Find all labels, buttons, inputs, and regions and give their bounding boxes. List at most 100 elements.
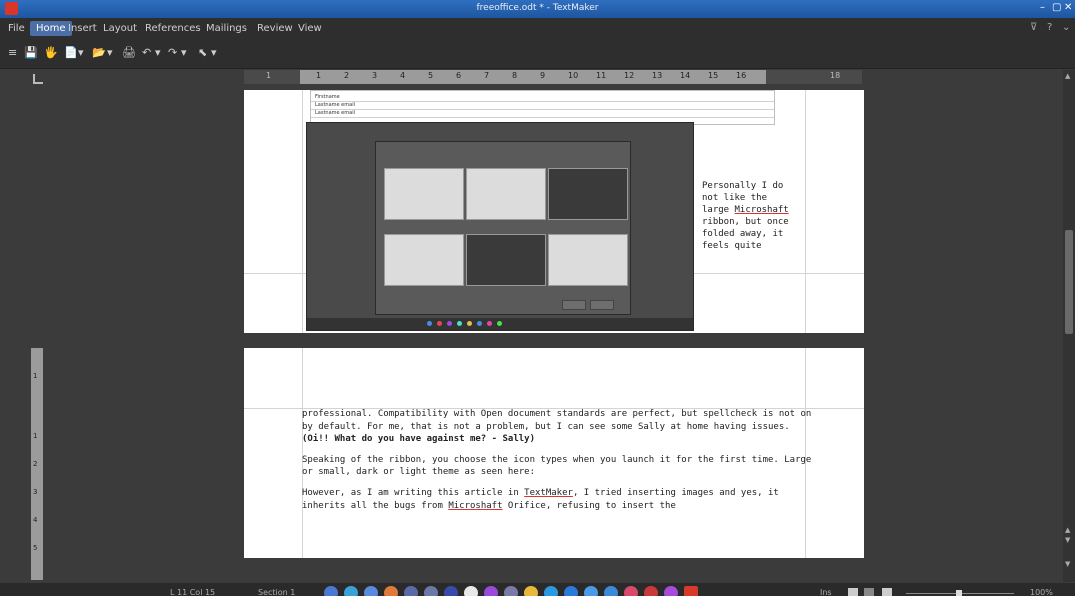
- taskbar-dot: [467, 321, 472, 326]
- text-run: Orifice, refusing to insert the: [502, 500, 676, 511]
- minimize-button[interactable]: –: [1040, 2, 1045, 13]
- menu-home[interactable]: Home: [30, 21, 72, 36]
- theme-thumbnail: [548, 234, 628, 286]
- sheet-row: Lastname email: [311, 110, 774, 118]
- text-line: Personally I do: [702, 181, 784, 191]
- text-run: large: [702, 205, 735, 215]
- previous-page-icon[interactable]: ▲: [1065, 526, 1070, 534]
- scroll-down-icon[interactable]: ▼: [1065, 560, 1070, 568]
- hamburger-menu-icon[interactable]: ≡: [8, 46, 17, 59]
- pointer-dropdown-icon[interactable]: ▾: [211, 46, 217, 59]
- sheet-cell: Firstname: [315, 94, 340, 100]
- floating-text-frame[interactable]: Personally I do not like the large Micro…: [702, 180, 806, 252]
- menu-file[interactable]: File: [8, 23, 25, 34]
- embedded-spreadsheet-image[interactable]: Firstname Lastname email Lastname email: [310, 90, 775, 125]
- ruler-mark: 5: [428, 71, 434, 80]
- dialog-button: [562, 300, 586, 310]
- options-chevron-icon[interactable]: ⌄: [1062, 22, 1070, 33]
- ruler-mark: 7: [484, 71, 490, 80]
- misspelled-word[interactable]: TextMaker: [524, 488, 573, 498]
- ruler-mark: 4: [33, 516, 38, 524]
- undo-icon[interactable]: ↶: [142, 46, 151, 59]
- ruler-mark: 10: [568, 71, 579, 80]
- scrollbar-thumb[interactable]: [1065, 230, 1073, 334]
- sheet-row: Lastname email: [311, 102, 774, 110]
- ruler-mark: 11: [596, 71, 607, 80]
- vertical-scrollbar[interactable]: ▲ ▲ ▼ ▼: [1063, 70, 1075, 582]
- document-page[interactable]: Firstname Lastname email Lastname email: [244, 90, 864, 333]
- ruler-mark: 15: [708, 71, 719, 80]
- help-icon[interactable]: ?: [1047, 22, 1052, 33]
- next-page-icon[interactable]: ▼: [1065, 536, 1070, 544]
- embedded-screenshot-image[interactable]: [306, 122, 694, 331]
- menu-bar: File Home Insert Layout References Maili…: [0, 18, 1075, 40]
- menu-references[interactable]: References: [145, 23, 201, 34]
- ruler-mark: 2: [344, 71, 350, 80]
- paragraph: Speaking of the ribbon, you choose the i…: [302, 454, 812, 478]
- save-icon[interactable]: 💾: [24, 46, 38, 59]
- maximize-button[interactable]: ▢: [1052, 2, 1061, 13]
- margin-guide: [302, 90, 303, 333]
- taskbar-dot: [457, 321, 462, 326]
- ruler-mark: 18: [830, 71, 841, 80]
- ruler-mark: 2: [33, 460, 38, 468]
- ruler-mark: 16: [736, 71, 747, 80]
- ruler-mark: 1: [266, 71, 272, 80]
- new-dropdown-icon[interactable]: ▾: [78, 46, 84, 59]
- ruler-mark: 13: [652, 71, 663, 80]
- ruler-mark: 1: [33, 372, 38, 380]
- tab-stop-selector[interactable]: [33, 74, 43, 84]
- menu-view[interactable]: View: [298, 23, 322, 34]
- sheet-cell: Lastname email: [315, 110, 355, 116]
- text-line: folded away, it: [702, 229, 784, 239]
- ruler-mark: 3: [372, 71, 378, 80]
- hand-icon[interactable]: 🖐: [44, 46, 58, 59]
- menu-mailings[interactable]: Mailings: [206, 23, 247, 34]
- close-button[interactable]: ✕: [1064, 2, 1072, 13]
- quick-access-toolbar: ≡ 💾 🖐 📄 ▾ 📂 ▾ 🖨 ↶ ▾ ↷ ▾ ⬉ ▾: [0, 40, 1075, 69]
- body-text[interactable]: professional. Compatibility with Open do…: [302, 408, 822, 520]
- misspelled-word[interactable]: Microshaft: [448, 501, 502, 511]
- new-document-icon[interactable]: 📄: [64, 46, 78, 59]
- theme-thumbnail: [466, 168, 546, 220]
- taskbar-dot: [497, 321, 502, 326]
- redo-dropdown-icon[interactable]: ▾: [181, 46, 187, 59]
- ruler-mark: 1: [33, 432, 38, 440]
- theme-thumbnail: [548, 168, 628, 220]
- redo-icon[interactable]: ↷: [168, 46, 177, 59]
- theme-thumbnail: [466, 234, 546, 286]
- title-bar: freeoffice.odt * - TextMaker – ▢ ✕: [0, 0, 1075, 18]
- ruler-mark: 14: [680, 71, 691, 80]
- theme-chooser-dialog: [375, 141, 631, 315]
- textmaker-window: freeoffice.odt * - TextMaker – ▢ ✕ File …: [0, 0, 1075, 603]
- print-icon[interactable]: 🖨: [122, 46, 136, 59]
- undo-dropdown-icon[interactable]: ▾: [155, 46, 161, 59]
- ribbon-toggle-icon[interactable]: ⊽: [1030, 22, 1037, 33]
- vertical-ruler[interactable]: 1 1 2 3 4 5: [31, 348, 43, 580]
- open-folder-icon[interactable]: 📂: [92, 46, 106, 59]
- misspelled-word[interactable]: Microshaft: [735, 205, 789, 215]
- ruler-mark: 8: [512, 71, 518, 80]
- taskbar-dot: [437, 321, 442, 326]
- ruler-mark: 3: [33, 488, 38, 496]
- paragraph: professional. Compatibility with Open do…: [302, 408, 822, 446]
- taskbar-dot: [487, 321, 492, 326]
- taskbar-dot: [427, 321, 432, 326]
- text-line: not like the: [702, 193, 768, 203]
- taskbar-dot: [447, 321, 452, 326]
- menu-layout[interactable]: Layout: [103, 23, 137, 34]
- window-title: freeoffice.odt * - TextMaker: [476, 3, 599, 13]
- horizontal-ruler[interactable]: 1 1 2 3 4 5 6 7 8 9 10 11 12 13 14 15 16…: [244, 70, 862, 84]
- ruler-mark: 5: [33, 544, 38, 552]
- open-dropdown-icon[interactable]: ▾: [107, 46, 113, 59]
- dialog-button: [590, 300, 614, 310]
- screen-edge: [0, 596, 1075, 603]
- document-page[interactable]: professional. Compatibility with Open do…: [244, 348, 864, 558]
- pointer-icon[interactable]: ⬉: [198, 46, 207, 59]
- ruler-mark: 6: [456, 71, 462, 80]
- menu-review[interactable]: Review: [257, 23, 293, 34]
- menu-insert[interactable]: Insert: [68, 23, 97, 34]
- text-line: large Microshaft: [702, 204, 806, 216]
- sheet-cell: Lastname email: [315, 102, 355, 108]
- scroll-up-icon[interactable]: ▲: [1065, 72, 1070, 80]
